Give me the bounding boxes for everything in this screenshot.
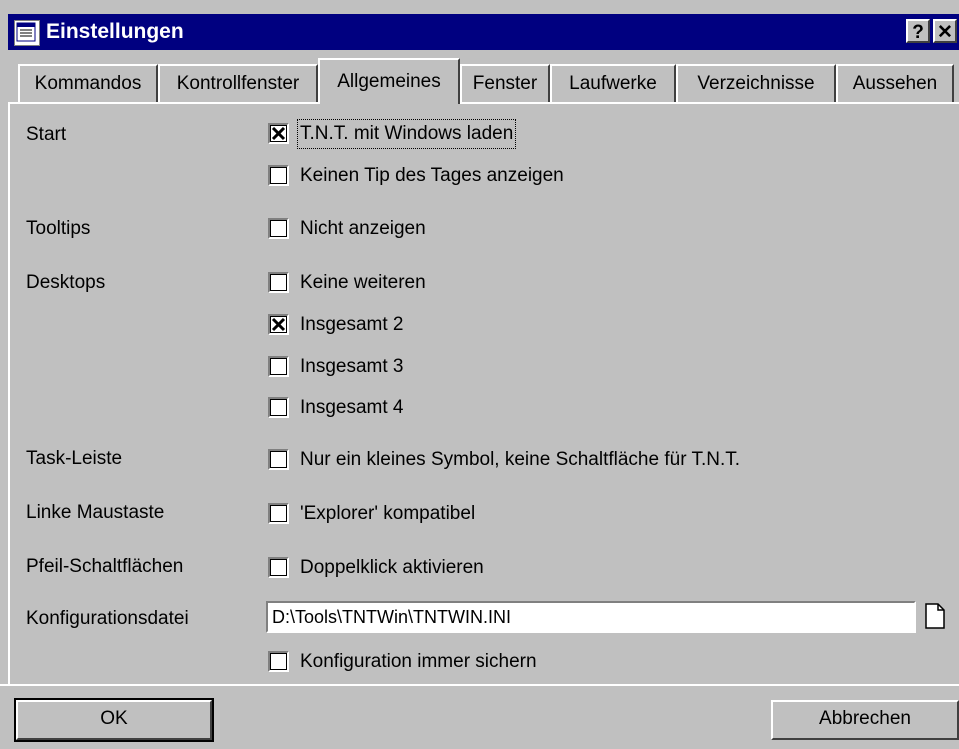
cancel-button[interactable]: Abbrechen [771,700,959,740]
checkbox-box[interactable] [268,557,289,578]
checkbox-label[interactable]: Doppelklick aktivieren [300,556,484,580]
checkbox-label[interactable]: Nicht anzeigen [300,217,426,241]
help-button[interactable]: ? [906,19,930,43]
label-start: Start [26,124,67,145]
settings-dialog: Einstellungen ? ✕ Kommandos Kontrollfens… [0,0,959,749]
checkbox-box[interactable] [268,356,289,377]
checkbox-box[interactable] [268,651,289,672]
check-x-icon [271,317,286,332]
checkbox-label[interactable]: Nur ein kleines Symbol, keine Schaltfläc… [300,448,740,472]
label-pfeil-schaltflaechen: Pfeil-Schaltflächen [26,556,184,577]
tab-verzeichnisse[interactable]: Verzeichnisse [676,64,836,102]
tab-strip: Kommandos Kontrollfenster Allgemeines Fe… [0,58,959,104]
checkbox-box[interactable] [268,272,289,293]
checkbox-label[interactable]: T.N.T. mit Windows laden [296,119,517,149]
checkbox-label[interactable]: Keinen Tip des Tages anzeigen [300,164,564,188]
label-konfigurationsdatei: Konfigurationsdatei [26,608,189,629]
checkbox-box[interactable] [268,503,289,524]
checkbox-label[interactable]: 'Explorer' kompatibel [300,502,475,526]
checkbox-label[interactable]: Insgesamt 4 [300,396,404,420]
label-linke-maustaste: Linke Maustaste [26,502,165,523]
checkbox-box[interactable] [268,314,289,335]
checkbox-box[interactable] [268,218,289,239]
checkbox-label[interactable]: Insgesamt 2 [300,313,404,337]
config-file-input[interactable] [266,601,916,633]
checkbox-box[interactable] [268,123,289,144]
checkbox-label[interactable]: Insgesamt 3 [300,355,404,379]
ok-button[interactable]: OK [14,698,214,742]
tab-panel [8,102,959,684]
close-button[interactable]: ✕ [933,19,957,43]
check-x-icon [271,126,286,141]
tab-allgemeines[interactable]: Allgemeines [318,58,460,104]
checkbox-box[interactable] [268,449,289,470]
tab-kontrollfenster[interactable]: Kontrollfenster [158,64,318,102]
checkbox-box[interactable] [268,165,289,186]
settings-window-icon[interactable] [14,20,40,46]
divider [0,684,959,686]
tab-aussehen[interactable]: Aussehen [836,64,954,102]
window-title: Einstellungen [46,20,184,43]
label-tooltips: Tooltips [26,218,91,239]
label-desktops: Desktops [26,272,106,293]
checkbox-box[interactable] [268,397,289,418]
label-task-leiste: Task-Leiste [26,448,123,469]
checkbox-label[interactable]: Keine weiteren [300,271,426,295]
tab-fenster[interactable]: Fenster [460,64,550,102]
tab-laufwerke[interactable]: Laufwerke [550,64,676,102]
checkbox-label[interactable]: Konfiguration immer sichern [300,650,537,674]
file-icon[interactable] [924,603,946,635]
title-bar[interactable]: Einstellungen ? ✕ [8,14,959,50]
tab-kommandos[interactable]: Kommandos [18,64,158,102]
